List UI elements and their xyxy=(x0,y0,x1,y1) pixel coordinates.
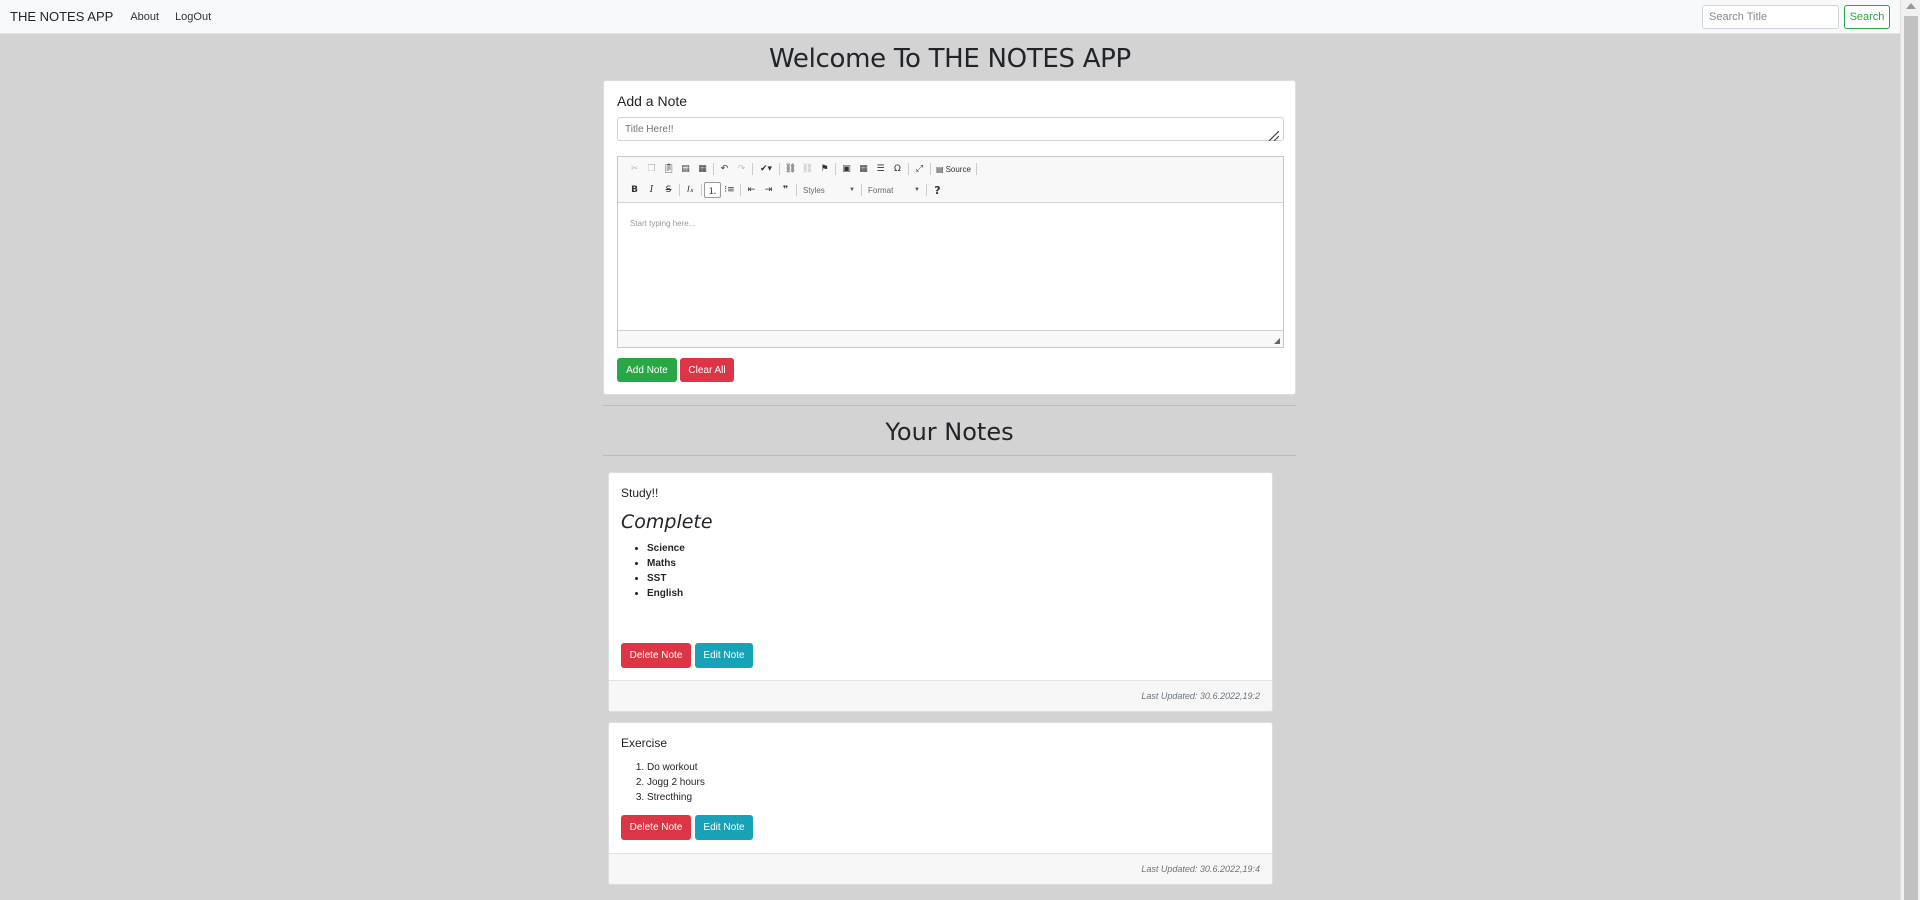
your-notes-heading: Your Notes xyxy=(885,418,1014,446)
help-icon[interactable]: ? xyxy=(929,182,946,198)
spellcheck-icon[interactable]: ✔▾ xyxy=(755,161,777,177)
outdent-icon[interactable]: ⇤ xyxy=(743,182,760,198)
list-item: Maths xyxy=(647,556,685,571)
toolbar-separator xyxy=(926,184,927,196)
toolbar-separator xyxy=(752,163,753,175)
anchor-flag-icon[interactable]: ⚑ xyxy=(816,161,833,177)
copy-icon[interactable]: ❐ xyxy=(643,161,660,177)
note-footer: Last Updated: 30.6.2022,19:4 xyxy=(609,853,1272,884)
editor-placeholder: Start typing here... xyxy=(630,219,696,228)
toolbar-separator xyxy=(779,163,780,175)
edit-note-button[interactable]: Edit Note xyxy=(695,643,753,668)
cut-icon[interactable]: ✂ xyxy=(626,161,643,177)
note-title-input[interactable] xyxy=(617,117,1284,141)
search-input[interactable] xyxy=(1702,5,1839,29)
chevron-down-icon: ▼ xyxy=(849,187,855,193)
chevron-down-icon: ▼ xyxy=(914,187,920,193)
toolbar-separator xyxy=(835,163,836,175)
toolbar-separator xyxy=(740,184,741,196)
source-label: Source xyxy=(945,164,971,174)
indent-icon[interactable]: ⇥ xyxy=(760,182,777,198)
divider xyxy=(603,405,1296,406)
list-item: Science xyxy=(647,541,685,556)
toolbar-separator xyxy=(679,184,680,196)
delete-note-button[interactable]: Delete Note xyxy=(621,815,691,840)
source-icon: ▤ xyxy=(936,164,944,174)
bulleted-list-icon[interactable]: ⁝≡ xyxy=(721,182,738,198)
delete-note-button[interactable]: Delete Note xyxy=(621,643,691,668)
editor-content-area[interactable]: Start typing here... xyxy=(618,203,1283,330)
editor-toolbar: ✂ ❐ 📋︎ ▤ ▦ ↶ ↷ ✔▾ ⛓ ⛓ ⚑ ▣ ▦ ☰ Ω ⤢ ▤ Sour… xyxy=(618,157,1283,203)
nav-link-logout[interactable]: LogOut xyxy=(175,11,211,23)
numbered-list-icon[interactable]: ⒈ xyxy=(704,182,721,198)
paste-icon[interactable]: 📋︎ xyxy=(660,161,677,177)
note-title: Exercise xyxy=(621,736,668,750)
toolbar-separator xyxy=(796,184,797,196)
note-card: Exercise Do workout Jogg 2 hours Strecth… xyxy=(608,722,1273,885)
table-icon[interactable]: ▦ xyxy=(855,161,872,177)
navbar-brand[interactable]: THE NOTES APP xyxy=(10,9,113,24)
bold-icon[interactable]: B xyxy=(626,182,643,198)
toolbar-separator xyxy=(861,184,862,196)
image-icon[interactable]: ▣ xyxy=(838,161,855,177)
toolbar-separator xyxy=(713,163,714,175)
scroll-up-arrow-icon[interactable] xyxy=(1906,3,1916,9)
maximize-icon[interactable]: ⤢ xyxy=(911,161,928,177)
last-updated: Last Updated: 30.6.2022,19:4 xyxy=(1141,864,1260,874)
navbar: THE NOTES APP About LogOut Search xyxy=(0,0,1900,34)
note-footer: Last Updated: 30.6.2022,19:2 xyxy=(609,680,1272,711)
italic-icon[interactable]: I xyxy=(643,182,660,198)
redo-icon[interactable]: ↷ xyxy=(733,161,750,177)
toolbar-separator xyxy=(701,184,702,196)
horizontal-line-icon[interactable]: ☰ xyxy=(872,161,889,177)
toolbar-separator xyxy=(975,163,977,175)
note-heading: Complete xyxy=(621,511,713,533)
textarea-resize-icon[interactable] xyxy=(1267,128,1280,142)
format-label: Format xyxy=(868,185,894,195)
list-item: Do workout xyxy=(647,760,705,775)
format-dropdown[interactable]: Format ▼ xyxy=(864,183,924,197)
styles-dropdown[interactable]: Styles ▼ xyxy=(799,183,859,197)
paste-word-icon[interactable]: ▦ xyxy=(694,161,711,177)
note-card: Study!! Complete Science Maths SST Engli… xyxy=(608,472,1273,712)
unlink-icon[interactable]: ⛓ xyxy=(799,161,816,177)
toolbar-separator xyxy=(930,163,931,175)
remove-format-icon[interactable]: Iₓ xyxy=(682,182,699,198)
toolbar-separator xyxy=(908,163,909,175)
source-button[interactable]: ▤ Source xyxy=(933,165,974,174)
list-item: English xyxy=(647,586,685,601)
search-form: Search xyxy=(1702,5,1890,29)
editor-resize-icon[interactable] xyxy=(1274,338,1280,344)
page-scrollbar[interactable] xyxy=(1900,0,1920,900)
paste-text-icon[interactable]: ▤ xyxy=(677,161,694,177)
add-note-title: Add a Note xyxy=(617,93,688,109)
toolbar-row-2: B I S Iₓ ⒈ ⁝≡ ⇤ ⇥ ❞ Styles ▼ Format ▼ ? xyxy=(626,181,946,199)
list-item: Jogg 2 hours xyxy=(647,775,705,790)
edit-note-button[interactable]: Edit Note xyxy=(695,815,753,840)
special-char-icon[interactable]: Ω xyxy=(889,161,906,177)
add-note-card: Add a Note ✂ ❐ 📋︎ ▤ ▦ ↶ ↷ ✔▾ ⛓ ⛓ ⚑ xyxy=(603,80,1296,395)
nav-link-about[interactable]: About xyxy=(130,11,159,23)
divider xyxy=(603,455,1296,456)
undo-icon[interactable]: ↶ xyxy=(716,161,733,177)
search-button[interactable]: Search xyxy=(1844,5,1890,29)
note-title: Study!! xyxy=(621,486,659,500)
page-title: Welcome To THE NOTES APP xyxy=(769,44,1131,74)
add-note-button[interactable]: Add Note xyxy=(617,358,677,382)
last-updated: Last Updated: 30.6.2022,19:2 xyxy=(1141,691,1260,701)
link-icon[interactable]: ⛓ xyxy=(782,161,799,177)
note-numbered-list: Do workout Jogg 2 hours Strecthing xyxy=(647,760,705,805)
strikethrough-icon[interactable]: S xyxy=(660,182,677,198)
rich-text-editor: ✂ ❐ 📋︎ ▤ ▦ ↶ ↷ ✔▾ ⛓ ⛓ ⚑ ▣ ▦ ☰ Ω ⤢ ▤ Sour… xyxy=(617,156,1284,348)
toolbar-row-1: ✂ ❐ 📋︎ ▤ ▦ ↶ ↷ ✔▾ ⛓ ⛓ ⚑ ▣ ▦ ☰ Ω ⤢ ▤ Sour… xyxy=(626,160,979,178)
list-item: SST xyxy=(647,571,685,586)
clear-all-button[interactable]: Clear All xyxy=(680,358,734,382)
list-item: Strecthing xyxy=(647,790,705,805)
scrollbar-thumb[interactable] xyxy=(1904,16,1918,900)
styles-label: Styles xyxy=(803,185,825,195)
blockquote-icon[interactable]: ❞ xyxy=(777,182,794,198)
note-bullet-list: Science Maths SST English xyxy=(647,541,685,601)
editor-status-bar xyxy=(618,330,1283,347)
